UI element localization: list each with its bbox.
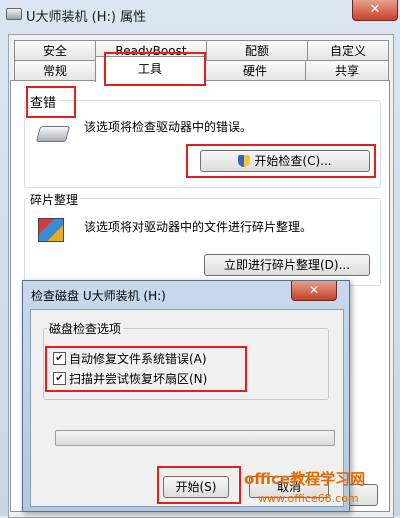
highlight-check-label xyxy=(26,86,76,118)
defrag-group-label: 碎片整理 xyxy=(28,191,81,208)
close-button[interactable]: ✕ xyxy=(352,0,398,21)
progress-bar xyxy=(55,430,335,446)
tab-customize[interactable]: 自定义 xyxy=(307,40,389,61)
defrag-now-button[interactable]: 立即进行碎片整理(D)... xyxy=(204,254,370,276)
watermark-url: www.office68.com xyxy=(258,492,359,505)
tab-sharing[interactable]: 共享 xyxy=(305,60,389,81)
highlight-start-check xyxy=(186,144,376,178)
check-description: 该选项将检查驱动器中的错误。 xyxy=(84,120,253,134)
title-bar: U大师装机 (H:) 属性 ✕ xyxy=(0,0,400,28)
drive-icon xyxy=(35,126,71,142)
highlight-tools-tab xyxy=(104,52,206,86)
watermark-title: office教程学习网 xyxy=(244,470,366,488)
tab-hardware[interactable]: 硬件 xyxy=(204,60,306,81)
highlight-start xyxy=(157,466,241,504)
options-group-label: 磁盘检查选项 xyxy=(47,320,124,337)
dialog-close-button[interactable]: ✕ xyxy=(291,281,337,301)
tab-general[interactable]: 常规 xyxy=(14,60,96,81)
dialog-title: 检查磁盘 U大师装机 (H:) xyxy=(31,289,166,303)
highlight-options xyxy=(45,346,247,392)
tab-quota[interactable]: 配额 xyxy=(206,40,308,61)
window-title: U大师装机 (H:) 属性 xyxy=(26,10,147,25)
defrag-icon xyxy=(38,218,64,242)
tab-security[interactable]: 安全 xyxy=(14,40,96,61)
defrag-description: 该选项将对驱动器中的文件进行碎片整理。 xyxy=(84,220,313,234)
drive-icon xyxy=(6,8,22,20)
